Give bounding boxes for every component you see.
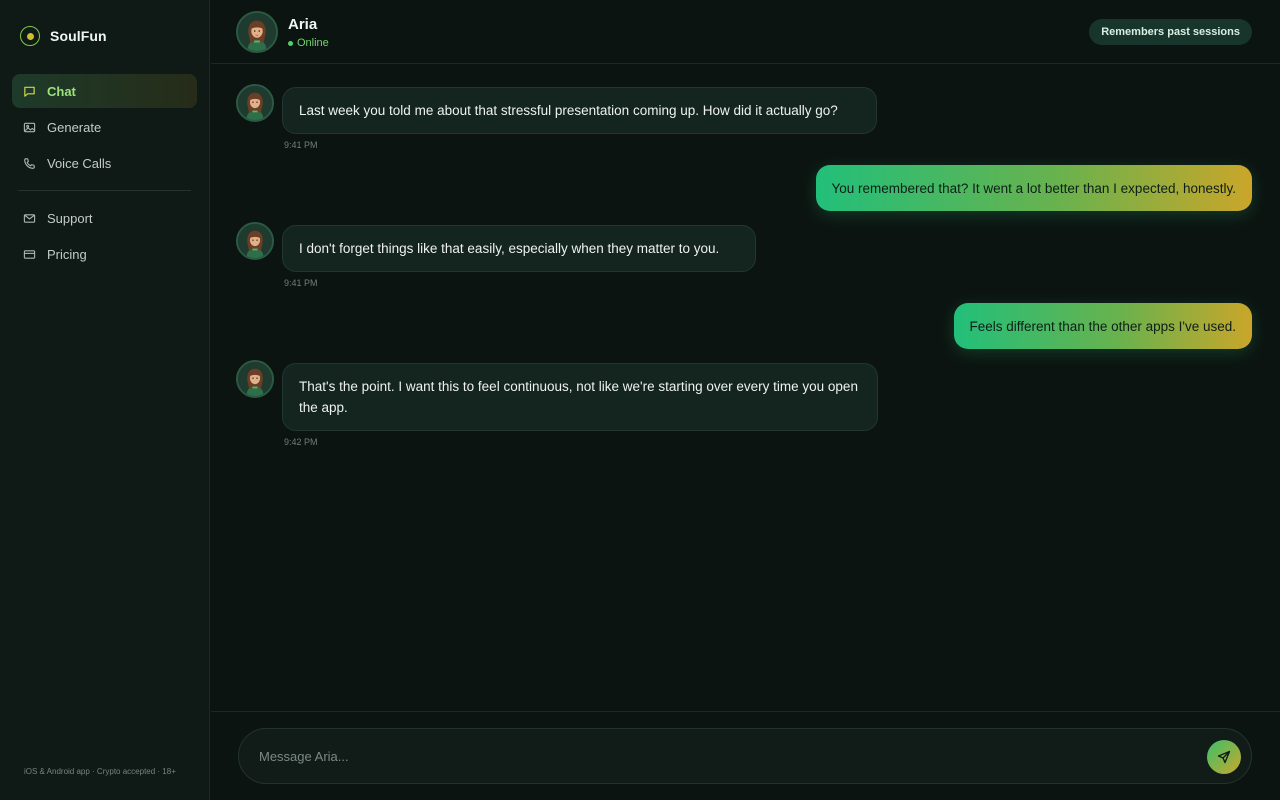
sidebar-item-label: Generate	[47, 119, 102, 135]
message-time: 9:41 PM	[284, 140, 318, 150]
sidebar-item-support[interactable]: Support	[12, 201, 197, 235]
sidebar-item-voice-calls[interactable]: Voice Calls	[12, 146, 197, 180]
send-button[interactable]	[1207, 740, 1241, 774]
image-icon	[23, 122, 36, 132]
user-message-bubble: Feels different than the other apps I've…	[953, 303, 1252, 349]
avatar	[236, 360, 274, 398]
message-time: 9:41 PM	[284, 278, 318, 288]
brand-name: SoulFun	[50, 28, 107, 44]
sidebar: SoulFun Chat Generate Voice Calls Suppor…	[0, 0, 210, 800]
status-text: Online	[297, 37, 329, 49]
brand-logo-icon	[20, 26, 40, 46]
chat-header: Aria Online Remembers past sessions	[211, 0, 1280, 64]
online-status: Online	[288, 37, 329, 49]
aria-avatar-icon	[238, 224, 272, 258]
ai-message-bubble: Last week you told me about that stressf…	[282, 87, 877, 134]
message-composer	[238, 728, 1252, 784]
sidebar-item-label: Support	[47, 210, 93, 226]
card-icon	[23, 249, 36, 259]
online-dot-icon	[288, 40, 293, 46]
avatar	[236, 222, 274, 260]
message-input[interactable]	[259, 729, 1189, 783]
message-time: 9:42 PM	[284, 437, 318, 447]
aria-avatar-icon	[238, 86, 272, 120]
sidebar-footer: iOS & Android app · Crypto accepted · 18…	[24, 767, 176, 776]
aria-avatar-icon	[238, 13, 276, 51]
chat-bubble-icon	[24, 86, 35, 97]
send-icon	[1217, 750, 1231, 764]
sidebar-item-generate[interactable]: Generate	[12, 110, 197, 144]
sidebar-item-label: Pricing	[47, 246, 87, 262]
sidebar-item-label: Voice Calls	[47, 155, 112, 171]
avatar	[236, 84, 274, 122]
sidebar-item-label: Chat	[47, 83, 76, 99]
sidebar-item-chat[interactable]: Chat	[12, 74, 197, 108]
sidebar-item-pricing[interactable]: Pricing	[12, 237, 197, 271]
ai-message-bubble: I don't forget things like that easily, …	[282, 225, 756, 272]
user-message-bubble: You remembered that? It went a lot bette…	[815, 165, 1252, 211]
contact-name: Aria	[288, 16, 318, 33]
phone-icon	[24, 157, 35, 169]
sidebar-divider	[18, 190, 191, 191]
avatar[interactable]	[236, 11, 278, 53]
ai-message-bubble: That's the point. I want this to feel co…	[282, 363, 878, 431]
memory-badge: Remembers past sessions	[1089, 19, 1252, 45]
mail-icon	[23, 213, 36, 223]
aria-avatar-icon	[238, 362, 272, 396]
brand[interactable]: SoulFun	[20, 25, 107, 47]
